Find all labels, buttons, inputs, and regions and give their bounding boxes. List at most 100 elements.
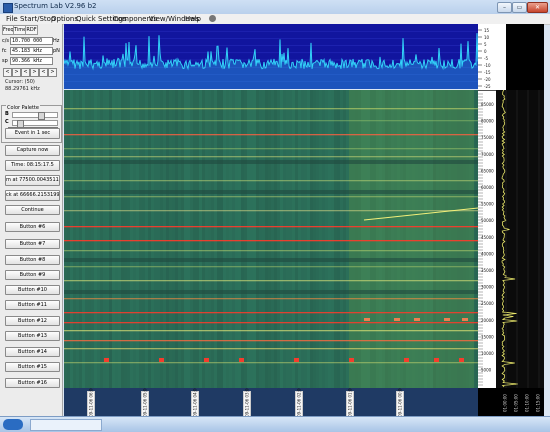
fc-row: fc 45.183 kHz pN <box>2 47 60 55</box>
freq-label: 85000 <box>481 102 494 107</box>
maximize-button[interactable]: ▭ <box>512 2 527 13</box>
side-button-14[interactable]: Button #13 <box>5 331 60 341</box>
signal-burst <box>414 318 420 321</box>
time-label-text: 2009-11-06 04:00 <box>192 388 198 416</box>
signal-burst <box>104 358 109 362</box>
arrow-right-button[interactable]: > <box>30 68 39 77</box>
span-row: sp 90.366 kHz <box>2 57 60 65</box>
brightness-slider[interactable] <box>12 112 58 120</box>
spectrogram-display[interactable] <box>64 90 478 388</box>
spectrum-graph[interactable] <box>64 24 478 89</box>
signal-burst <box>239 358 244 362</box>
right-timestamp: 01:10:00 <box>524 391 530 415</box>
freq-label: 40000 <box>481 251 494 256</box>
title-bar: Spectrum Lab V2.96 b2 – ▭ ✕ <box>0 0 550 15</box>
carrier-line <box>64 340 478 342</box>
side-button-17[interactable]: Button #16 <box>5 378 60 388</box>
signal-burst <box>364 318 370 321</box>
right-timestamp-text: 01:10:00 <box>524 394 530 412</box>
side-button-13[interactable]: Button #12 <box>5 316 60 326</box>
signal-burst <box>404 358 409 362</box>
time-label-text: 2009-11-06 05:00 <box>142 388 148 416</box>
db-label: -5 <box>484 56 488 61</box>
time-label: 2009-11-06 05:00 <box>141 388 149 416</box>
db-label: 15 <box>484 28 490 33</box>
carrier-line <box>64 322 478 324</box>
arrow-right-button[interactable]: > <box>12 68 21 77</box>
time-label: 2009-11-06 02:00 <box>295 388 303 416</box>
menu-help[interactable]: Help <box>185 15 201 23</box>
record-indicator-icon[interactable] <box>209 15 216 22</box>
side-button-5[interactable]: ck at 66666.2153199389 <box>5 190 60 201</box>
arrow-left-button[interactable]: < <box>39 68 48 77</box>
time-label: 2009-11-06 03:00 <box>243 388 251 416</box>
freq-label: 15000 <box>481 334 494 339</box>
carrier-line <box>64 196 478 198</box>
freq-label: 55000 <box>481 202 494 207</box>
dark-band <box>64 190 478 194</box>
side-spectrum-trace <box>501 90 540 388</box>
side-button-10[interactable]: Button #9 <box>5 270 60 280</box>
side-button-16[interactable]: Button #15 <box>5 362 60 372</box>
tab-rdf[interactable]: RDF <box>25 25 38 35</box>
side-button-1[interactable]: Event in 1 sec <box>5 128 60 139</box>
carrier-line <box>64 266 478 268</box>
time-label-text: 2009-11-06 02:00 <box>296 388 302 416</box>
time-label: 2009-11-06 06:00 <box>87 388 95 416</box>
contrast-slider[interactable] <box>12 120 58 128</box>
freq-label: 45000 <box>481 235 494 240</box>
signal-burst <box>159 358 164 362</box>
carrier-line <box>64 134 478 136</box>
time-label-text: 2009-11-06 06:00 <box>88 388 94 416</box>
minimize-button[interactable]: – <box>497 2 512 13</box>
slider-thumb[interactable] <box>38 112 45 120</box>
arrow-left-button[interactable]: < <box>21 68 30 77</box>
side-button-7[interactable]: Button #6 <box>5 222 60 232</box>
db-label: -25 <box>484 84 491 89</box>
db-label: -10 <box>484 63 491 68</box>
signal-burst <box>444 318 450 321</box>
side-trace <box>501 90 518 388</box>
span-input[interactable]: 90.366 kHz <box>10 57 53 65</box>
side-button-15[interactable]: Button #14 <box>5 347 60 357</box>
time-label-text: 2009-11-06 01:00 <box>347 388 353 416</box>
right-timestamp-text: 01:00:00 <box>502 394 508 412</box>
menu-file[interactable]: File <box>6 15 18 23</box>
db-label: -20 <box>484 77 491 82</box>
right-timestamp: 01:05:00 <box>513 391 519 415</box>
freq-label: 80000 <box>481 119 494 124</box>
signal-burst <box>294 358 299 362</box>
side-button-11[interactable]: Button #10 <box>5 285 60 295</box>
right-timestamp: 01:00:00 <box>502 391 508 415</box>
carrier-line <box>64 312 478 314</box>
close-button[interactable]: ✕ <box>527 2 548 13</box>
side-button-8[interactable]: Button #7 <box>5 239 60 249</box>
spectrum-trace <box>64 30 478 89</box>
side-button-3[interactable]: Time: 08:15:17.5 <box>5 160 60 171</box>
carrier-line <box>64 156 478 158</box>
freq-label: 20000 <box>481 318 494 323</box>
time-axis: 2009-11-06 06:00 2009-11-06 05:00 2009-11-… <box>64 388 478 416</box>
freq-label: 70000 <box>481 152 494 157</box>
center-freq-input[interactable]: 10.700 000 <box>10 37 53 45</box>
taskbar-app-button[interactable] <box>30 419 102 431</box>
arrow-right-button[interactable]: > <box>48 68 57 77</box>
freq-label: 60000 <box>481 185 494 190</box>
carrier-line <box>64 226 478 228</box>
menu-options[interactable]: Options <box>51 15 78 23</box>
start-button[interactable] <box>3 419 23 430</box>
side-button-6[interactable]: Continue <box>5 205 60 215</box>
time-label: 2009-11-06 01:00 <box>346 388 354 416</box>
arrow-left-button[interactable]: < <box>3 68 12 77</box>
side-button-4[interactable]: m at 77500.0043511574 <box>5 175 60 186</box>
side-button-9[interactable]: Button #8 <box>5 255 60 265</box>
waterfall-image <box>64 90 478 388</box>
center-freq-row: c/s 10.700 000 Hz <box>2 37 60 45</box>
app-icon <box>3 3 13 13</box>
fc-input[interactable]: 45.183 kHz <box>10 47 53 55</box>
carrier-line <box>64 210 478 212</box>
carrier-line <box>64 120 478 122</box>
time-label: 2009-11-06 00:00 <box>396 388 404 416</box>
side-button-12[interactable]: Button #11 <box>5 300 60 310</box>
side-button-2[interactable]: Capture now <box>5 145 60 156</box>
